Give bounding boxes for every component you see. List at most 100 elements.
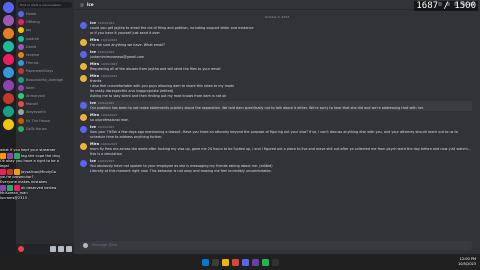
obs-icon[interactable] [271,258,279,266]
message-text: schedule time to address anything furthe… [90,135,163,139]
search-icon[interactable] [211,258,219,266]
discord-window: Find or start a conversation Home Offkeng… [0,0,480,254]
avatar[interactable] [80,75,87,82]
message-body: Ice 10/04/2023 Saw your TikTok a few days … [90,125,472,140]
server-icon[interactable] [2,93,14,104]
message-timestamp: 10/04/2023 [101,142,118,146]
dm-item[interactable]: Home [16,10,74,18]
avatar[interactable] [80,114,87,121]
avatar [18,76,24,83]
dm-item[interactable]: Jay [16,26,74,34]
dm-item-label: Ahmaryoni [26,93,46,98]
server-icon[interactable] [2,28,14,39]
dm-item[interactable]: DaTo House [16,125,74,133]
message-author[interactable]: Ice [90,50,96,54]
home-button[interactable] [2,2,14,13]
message-author[interactable]: Mira [90,62,99,66]
message-body: Ice 10/04/2023 You obviously have not spok… [90,159,472,174]
dm-item[interactable]: David [16,43,74,51]
message-author[interactable]: Mira [90,113,99,117]
message-timestamp: 10/04/2023 [101,38,118,42]
avatar[interactable] [80,39,87,46]
message-text: so unprofessional man [90,118,129,122]
avatar[interactable] [80,143,87,150]
avatar[interactable] [80,51,87,58]
dm-item-label: Mocolli [26,102,39,107]
clock-date: 10/5/2023 [458,262,476,266]
message-body: Mira 10/04/2023 mom fly flew me across the… [90,142,472,157]
message-text: Literally at this moment right now. This… [90,169,272,173]
dm-item[interactable]: PaperworkDays [16,67,74,75]
message-author[interactable]: Ice [90,125,96,129]
avatar[interactable] [80,126,87,133]
message-author[interactable]: Mira [90,38,99,42]
message-author[interactable]: Mira [90,142,99,146]
stream-chat-text: you're prosecutor? [0,175,34,179]
dm-item-label: reverse [26,53,40,58]
avatar[interactable] [80,63,87,70]
dm-item-label: Jsadrah [26,36,40,41]
message-timestamp: 10/04/2023 [97,21,115,25]
message-author[interactable]: Mira [90,74,99,78]
avatar [18,43,24,50]
spotify-icon[interactable] [261,258,269,266]
dm-item[interactable]: Friends [16,59,74,67]
server-icon[interactable] [2,15,14,26]
dm-item[interactable]: reverse [16,51,74,59]
gear-icon[interactable] [66,246,72,252]
plus-icon[interactable] [83,243,88,248]
message-text: Requesting all of the abuses from Jaytha… [90,67,221,71]
dm-item[interactable]: Keen [16,84,74,92]
dm-item[interactable]: Offkeng [16,18,74,26]
message-input[interactable]: Message @Ice [80,241,472,250]
message: Ice 10/04/2023 You obviously have not spok… [80,159,472,174]
message: Ice 10/04/2023 justamimimusmeso@gmail.com [80,50,472,60]
message-body: Ice 10/04/2023 Our position has been to no… [90,101,472,111]
dm-item[interactable]: Jsadrah [16,35,74,43]
clock[interactable]: 12:00 PM 10/5/2023 [458,257,476,267]
avatar[interactable] [80,22,87,29]
server-icon[interactable] [2,80,14,91]
chrome-icon[interactable] [231,258,239,266]
server-icon[interactable] [2,119,14,130]
message-text: Our position has been to not make statem… [90,106,425,110]
message-body: Mira 10/04/2023 I'm not sure anything we h… [90,38,472,48]
channel-name: Ice [87,2,94,7]
server-icon[interactable] [2,106,14,117]
message: Mira 10/04/2023 thanks i also feel uncomfor… [80,74,472,99]
avatar [18,68,24,75]
dm-item-label: David [26,44,37,49]
server-icon[interactable] [2,67,14,78]
avatar[interactable] [80,102,87,109]
message-body: Mira 10/04/2023 Requesting all of the abus… [90,62,472,72]
stream-chat-line: Ok okay you have a right to be a [0,159,60,164]
message: Mira 10/04/2023 Requesting all of the abus… [80,62,472,72]
avatar[interactable] [80,160,87,167]
message-author[interactable]: Ice [90,21,96,25]
discord-icon[interactable] [241,258,249,266]
message-author[interactable]: Ice [90,101,96,105]
file-explorer-icon[interactable] [221,258,229,266]
date-divider: October 4, 2023 [264,15,290,19]
avatar [18,125,24,132]
message: Ice 10/04/2023 Our position has been to no… [80,101,472,111]
message-author[interactable]: Ice [90,159,96,163]
dm-item-label: Friends [26,61,39,66]
message-timestamp: 10/04/2023 [101,113,118,117]
stream-chat-text: tag she cope the drug dealers are [21,154,60,158]
start-icon[interactable] [201,258,209,266]
dm-item[interactable]: Ahmaryoni [16,92,74,100]
dm-item[interactable]: Aleyevpeth [16,108,74,116]
twitch-icon[interactable] [251,258,259,266]
server-icon[interactable] [2,41,14,52]
dm-search-input[interactable]: Find or start a conversation [18,2,72,8]
dm-item[interactable]: Vy The House [16,116,74,124]
message-text: mom fly flew me across the world after f… [90,147,472,151]
message-body: Mira 10/04/2023 so unprofessional man [90,113,472,123]
message: Mira 10/04/2023 so unprofessional man [80,113,472,123]
dm-item[interactable]: Mocolli [16,100,74,108]
message-text: Asking me to stay silent and then findin… [90,94,227,98]
dm-item[interactable]: Boxodukrito_Average [16,76,74,84]
dm-item-label: Home [26,12,37,17]
server-icon[interactable] [2,54,14,65]
